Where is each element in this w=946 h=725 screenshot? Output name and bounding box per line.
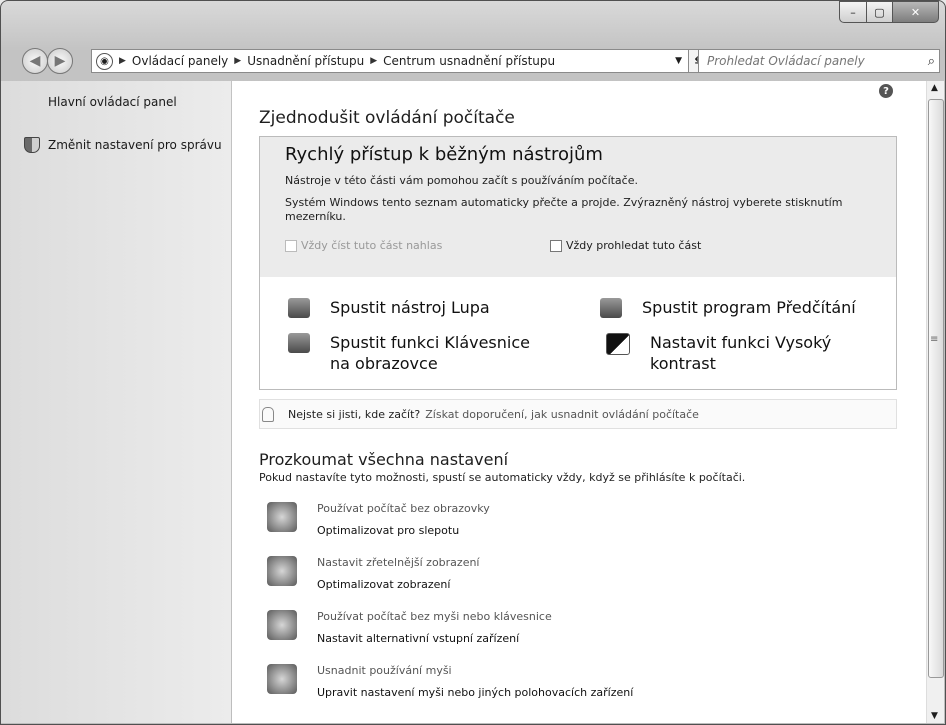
explore-item-title[interactable]: Usnadnit používání myši (317, 664, 452, 677)
monitor-icon (267, 502, 297, 532)
caption-buttons: – ▢ ✕ (839, 1, 939, 23)
get-recommendations-link[interactable]: Získat doporučení, jak usnadnit ovládání… (425, 408, 699, 421)
display-magnify-icon (267, 556, 297, 586)
start-on-screen-keyboard-link[interactable]: Spustit funkci Klávesnice na obrazovce (288, 332, 548, 374)
search-input[interactable] (705, 53, 919, 69)
mouse-icon (267, 664, 297, 694)
magnifier-icon (288, 298, 310, 318)
always-scan-checkbox[interactable]: Vždy prohledat tuto část (550, 239, 701, 252)
checkbox-label: Vždy číst tuto část nahlas (301, 239, 443, 252)
checkbox-label: Vždy prohledat tuto část (566, 239, 702, 252)
quick-access-description: Nástroje v této části vám pomohou začít … (285, 174, 638, 187)
breadcrumb-separator-icon[interactable]: ▶ (234, 56, 241, 66)
quick-tools: Spustit nástroj Lupa Spustit program Pře… (259, 277, 897, 390)
recommendation-tip: Nejste si jisti, kde začít? Získat dopor… (259, 399, 897, 429)
page-title: Zjednodušit ovládání počítače (259, 108, 515, 128)
navigation-bar: ◀ ▶ ◉ ▶ Ovládací panely ▶ Usnadnění přís… (0, 44, 944, 78)
tool-label: Spustit nástroj Lupa (330, 298, 490, 317)
start-magnifier-link[interactable]: Spustit nástroj Lupa (288, 297, 490, 318)
tip-question: Nejste si jisti, kde začít? (288, 407, 421, 421)
minimize-button[interactable]: – (839, 1, 867, 23)
sidebar-item-home[interactable]: Hlavní ovládací panel (48, 95, 177, 109)
maximize-button[interactable]: ▢ (867, 1, 893, 23)
quick-access-scan-description: Systém Windows tento seznam automaticky … (285, 196, 843, 223)
breadcrumb-item[interactable]: Usnadnění přístupu (247, 54, 364, 68)
tool-label: Spustit program Předčítání (642, 298, 856, 317)
explore-item-link[interactable]: Optimalizovat pro slepotu (317, 524, 459, 537)
checkbox-box[interactable] (550, 239, 562, 252)
always-read-checkbox[interactable]: Vždy číst tuto část nahlas (285, 239, 442, 252)
keyboard-icon (288, 333, 310, 353)
breadcrumb-item[interactable]: Centrum usnadnění přístupu (383, 54, 555, 68)
person-icon (267, 610, 297, 640)
quick-access-heading: Rychlý přístup k běžným nástrojům (285, 144, 603, 165)
close-button[interactable]: ✕ (893, 1, 939, 23)
explore-item-link[interactable]: Nastavit alternativní vstupní zařízení (317, 632, 519, 645)
explore-item-link[interactable]: Optimalizovat zobrazení (317, 578, 450, 591)
scroll-grip-icon: ≡ (930, 334, 939, 345)
breadcrumb-separator-icon[interactable]: ▶ (370, 56, 377, 66)
set-high-contrast-link[interactable]: Nastavit funkci Vysoký kontrast (606, 332, 846, 374)
quick-access-panel: Rychlý přístup k běžným nástrojům Nástro… (259, 136, 897, 278)
explore-item-title[interactable]: Používat počítač bez obrazovky (317, 502, 490, 515)
sidebar-item-admin-settings[interactable]: Změnit nastavení pro správu (24, 137, 222, 153)
control-panel-icon: ◉ (96, 52, 113, 70)
sidebar-item-label: Změnit nastavení pro správu (48, 138, 222, 152)
search-box[interactable]: ⌕ (698, 49, 940, 73)
tool-label: Nastavit funkci Vysoký kontrast (650, 333, 832, 373)
shield-icon (24, 137, 40, 153)
explore-item-link[interactable]: Upravit nastavení myši nebo jiných poloh… (317, 686, 633, 699)
scroll-up-icon[interactable]: ▲ (931, 83, 938, 93)
search-icon[interactable]: ⌕ (928, 54, 935, 69)
explore-item-title[interactable]: Nastavit zřetelnější zobrazení (317, 556, 480, 569)
sidebar: Hlavní ovládací panel Změnit nastavení p… (1, 81, 231, 723)
scrollbar-thumb[interactable] (928, 99, 944, 678)
scroll-down-icon[interactable]: ▼ (931, 711, 938, 721)
checkbox-box[interactable] (285, 239, 297, 252)
lightbulb-icon (262, 406, 274, 422)
explore-subtitle: Pokud nastavíte tyto možnosti, spustí se… (259, 471, 746, 484)
start-narrator-link[interactable]: Spustit program Předčítání (600, 297, 856, 318)
explore-item-title[interactable]: Používat počítač bez myši nebo klávesnic… (317, 610, 552, 623)
contrast-icon (606, 333, 630, 355)
back-button[interactable]: ◀ (22, 48, 48, 74)
help-icon[interactable]: ? (879, 84, 893, 98)
breadcrumb-item[interactable]: Ovládací panely (132, 54, 228, 68)
vertical-scrollbar[interactable]: ▲ ≡ ▼ (926, 81, 944, 723)
explore-heading: Prozkoumat všechna nastavení (259, 450, 509, 469)
forward-button[interactable]: ▶ (47, 48, 73, 74)
narrator-icon (600, 298, 622, 318)
forward-arrow-icon: ▶ (54, 53, 66, 69)
breadcrumb-separator-icon[interactable]: ▶ (119, 56, 126, 66)
back-arrow-icon: ◀ (29, 53, 41, 69)
address-bar[interactable]: ◉ ▶ Ovládací panely ▶ Usnadnění přístupu… (91, 49, 689, 73)
tool-label: Spustit funkci Klávesnice na obrazovce (330, 333, 530, 373)
address-dropdown-icon[interactable]: ▼ (675, 56, 682, 66)
